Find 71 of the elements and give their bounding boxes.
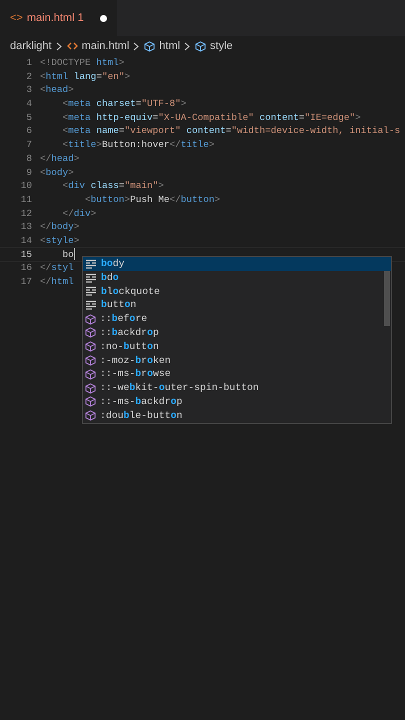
text-cursor	[74, 248, 75, 260]
line-number: 6	[25, 124, 33, 138]
code-line: bo	[62, 248, 74, 262]
breadcrumb-item[interactable]: html	[144, 38, 180, 54]
code-line: <head>	[40, 83, 74, 98]
suggestion-item[interactable]: ::backdrop	[83, 326, 391, 340]
code-line: </body>	[40, 220, 80, 234]
breadcrumb-item[interactable]: darklight	[10, 38, 52, 54]
code-line: <button>Push Me</button>	[84, 192, 220, 207]
line-number: 10	[20, 179, 33, 193]
cube-icon	[195, 40, 206, 52]
code-line: </html	[40, 275, 74, 289]
breadcrumb-item[interactable]: style	[195, 38, 233, 54]
cube-icon	[85, 396, 96, 408]
line-number: 9	[25, 166, 33, 180]
suggestion-item[interactable]: ::before	[83, 312, 391, 326]
line-number: 7	[25, 138, 33, 152]
code-line: <meta http-equiv="X-UA-Compatible" content="IE=edge">	[62, 110, 361, 124]
code-line: <div class="main">	[62, 179, 164, 193]
line-number: 5	[25, 110, 33, 124]
element-icon	[85, 286, 97, 296]
suggestion-item[interactable]: :no-button	[83, 340, 391, 354]
suggestion-item[interactable]: blockquote	[83, 284, 391, 298]
line-number: 4	[25, 97, 33, 111]
element-icon	[85, 258, 97, 269]
line-number: 15	[20, 248, 33, 262]
cube-icon	[85, 354, 96, 366]
code-line: <!DOCTYPE html>	[40, 56, 124, 70]
suggestion-item[interactable]: button	[83, 298, 391, 312]
line-number: 2	[25, 70, 33, 84]
code-line: <body>	[40, 166, 74, 180]
suggestion-item[interactable]: body	[83, 257, 391, 271]
code-line: <html lang="en">	[40, 70, 130, 84]
code-line: <style>	[40, 234, 80, 248]
code-line: </styl	[40, 261, 74, 275]
chevron-icon	[133, 42, 140, 50]
code-line: <title>Button:hover</title>	[62, 138, 214, 152]
suggestion-item[interactable]: ::-ms-backdrop	[83, 394, 391, 409]
cube-icon	[85, 341, 96, 352]
element-icon	[85, 272, 97, 283]
suggestion-item[interactable]: bdo	[83, 270, 391, 285]
editor-tab[interactable]: <> main.html 1	[0, 0, 117, 36]
cube-icon	[85, 368, 96, 380]
line-number: 13	[20, 220, 33, 234]
breadcrumb-item[interactable]: main.html	[66, 38, 130, 54]
suggestion-item[interactable]: ::-webkit-outer-spin-button	[83, 381, 391, 395]
code-icon	[66, 42, 78, 50]
line-number: 11	[20, 192, 33, 207]
suggestion-item[interactable]: :-moz-broken	[83, 354, 391, 368]
chevron-icon	[184, 42, 192, 50]
code-line: <meta charset="UTF-8">	[62, 97, 186, 111]
suggestion-item[interactable]: :double-button	[83, 408, 391, 423]
cube-icon	[85, 382, 96, 394]
code-line: </head>	[40, 152, 80, 166]
chevron-icon	[56, 42, 63, 50]
cube-icon	[85, 410, 96, 422]
code-line: </div>	[62, 206, 96, 220]
line-number: 16	[20, 261, 33, 275]
line-number: 3	[25, 83, 33, 98]
code-icon: <>	[10, 10, 23, 26]
line-number: 17	[20, 275, 33, 289]
cube-icon	[85, 327, 96, 338]
line-number: 12	[20, 206, 33, 220]
suggestion-item[interactable]: ::-ms-browse	[83, 367, 391, 382]
element-icon	[85, 300, 97, 310]
line-number: 8	[25, 152, 33, 166]
line-number: 14	[20, 234, 33, 248]
cube-icon	[85, 314, 96, 325]
line-number: 1	[25, 56, 33, 70]
code-line: <meta name="viewport" content="width=device-width, initial-s	[62, 124, 400, 138]
cube-icon	[144, 40, 156, 52]
